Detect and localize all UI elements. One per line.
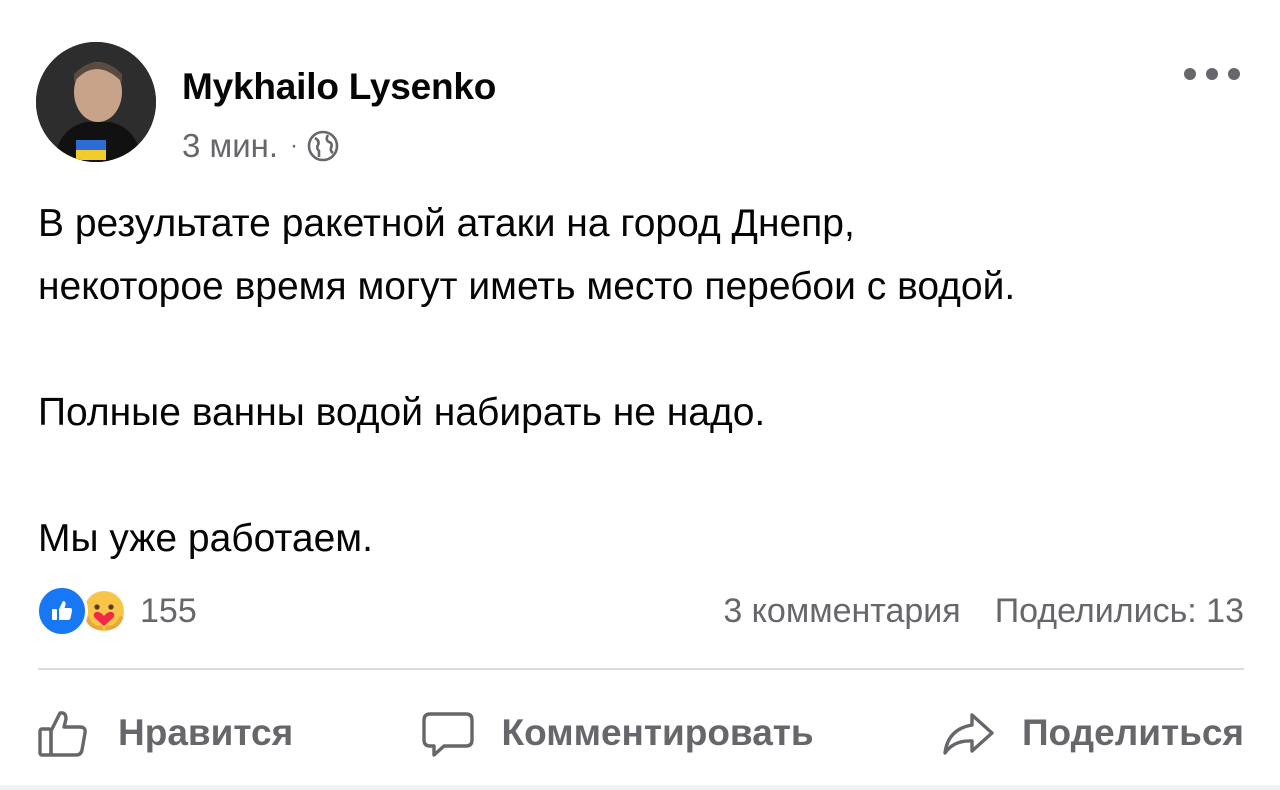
like-button-label: Нравится — [118, 712, 294, 753]
like-button[interactable]: Нравится — [36, 705, 293, 761]
thumbs-up-icon — [38, 711, 87, 757]
post-actions: Нравится Комментировать Поделиться — [36, 690, 1244, 776]
share-button[interactable]: Поделиться — [940, 705, 1244, 761]
comments-count-link[interactable]: 3 комментария — [723, 592, 960, 631]
share-button-label: Поделиться — [1021, 712, 1244, 753]
reaction-icons[interactable] — [36, 585, 130, 637]
reactions-count[interactable]: 155 — [140, 592, 197, 631]
avatar[interactable] — [36, 42, 156, 162]
share-arrow-icon — [943, 713, 994, 755]
post-paragraph: В результате ракетной атаки на город Дне… — [38, 202, 855, 245]
meta-separator: · — [290, 132, 299, 159]
comment-bubble-icon — [421, 712, 474, 757]
avatar-photo — [36, 42, 156, 162]
post-timestamp[interactable]: 3 мин. — [182, 127, 278, 165]
globe-icon — [307, 130, 339, 162]
facebook-post: Mykhailo Lysenko 3 мин. · В результате р… — [0, 0, 1280, 790]
more-options-button[interactable] — [1184, 62, 1240, 86]
comment-button-label: Комментировать — [501, 712, 814, 753]
engagement-stats: 3 комментария Поделились: 13 — [723, 592, 1244, 631]
post-paragraph: Полные ванны водой набирать не надо. — [38, 391, 766, 434]
post-paragraph: Мы уже работаем. — [38, 517, 373, 560]
post-text: В результате ракетной атаки на город Дне… — [38, 192, 1248, 570]
bottom-separator — [0, 785, 1280, 790]
reactions-summary: 155 3 комментария Поделились: 13 — [36, 585, 1244, 637]
post-meta: 3 мин. · — [182, 124, 340, 168]
author-name[interactable]: Mykhailo Lysenko — [182, 66, 496, 108]
comment-button[interactable]: Комментировать — [420, 705, 814, 761]
more-horizontal-icon — [1184, 68, 1196, 80]
shares-count-link[interactable]: Поделились: 13 — [995, 592, 1244, 631]
like-icon — [36, 585, 88, 637]
divider — [38, 668, 1244, 670]
post-paragraph: некоторое время могут иметь место перебо… — [38, 265, 1016, 308]
